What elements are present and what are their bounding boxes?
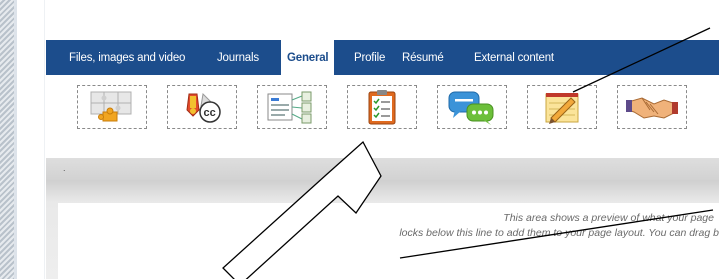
annotation-arrows	[222, 27, 714, 279]
annotation-line-top	[572, 27, 711, 93]
drag-arrow-icon	[222, 140, 382, 279]
annotation-line-bottom	[399, 209, 714, 259]
